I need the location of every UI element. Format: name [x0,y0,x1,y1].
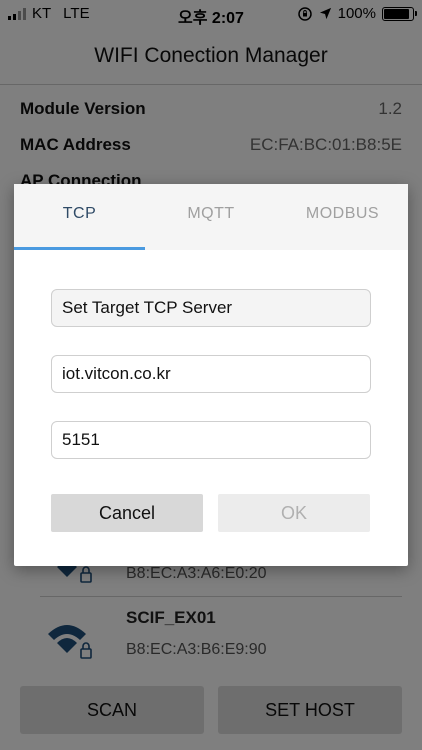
server-type-field[interactable] [51,289,371,327]
tab-modbus[interactable]: MODBUS [277,184,408,250]
port-input[interactable] [51,421,371,459]
host-address-input[interactable] [51,355,371,393]
tab-mqtt[interactable]: MQTT [145,184,277,250]
protocol-tabs: TCP MQTT MODBUS [14,184,408,250]
ok-button[interactable]: OK [218,494,370,532]
active-tab-indicator [14,247,145,250]
tab-tcp[interactable]: TCP [14,184,145,250]
cancel-button[interactable]: Cancel [51,494,203,532]
connection-dialog: TCP MQTT MODBUS Cancel OK [14,184,408,566]
